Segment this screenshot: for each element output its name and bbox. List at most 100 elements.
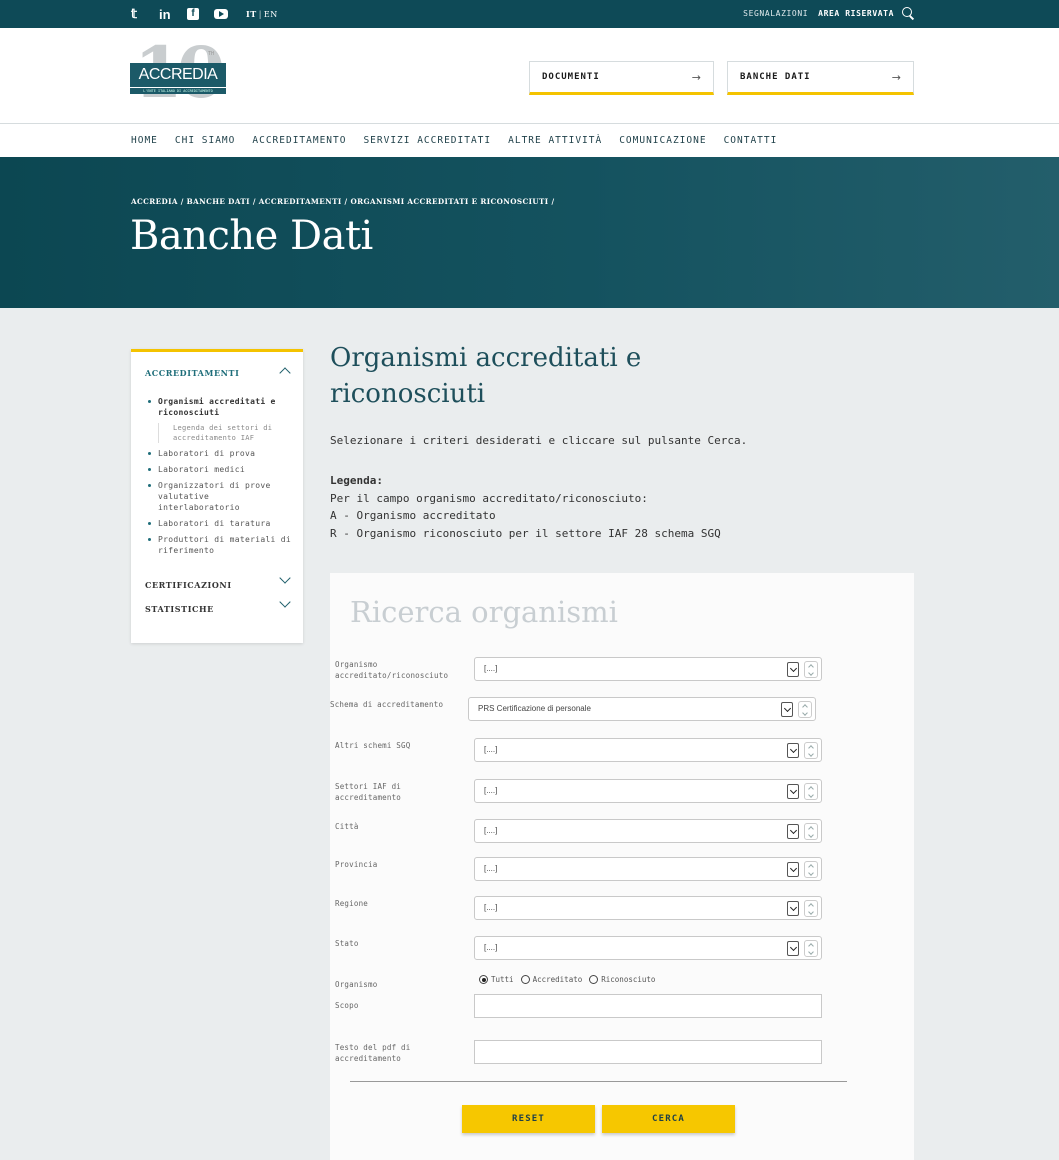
organismo-radio-group: Tutti Accreditato Riconosciuto [479, 975, 662, 984]
nav-comunicazione[interactable]: COMUNICAZIONE [619, 135, 706, 146]
scopo-input[interactable] [474, 994, 822, 1018]
sidebar-section-accreditamenti[interactable]: ACCREDITAMENTI [145, 368, 239, 378]
regione-select[interactable]: [....] [474, 896, 822, 920]
lang-it[interactable]: IT [246, 9, 257, 19]
field-label: Città [335, 822, 359, 831]
top-bar: 𝕥 in f IT | EN SEGNALAZIONI AREA RISERVATA [0, 0, 1059, 28]
provincia-select[interactable]: [....] [474, 857, 822, 881]
spinner-icon[interactable] [798, 701, 812, 718]
field-label: Organismo [335, 980, 378, 989]
logo-subtitle: L'ENTE ITALIANO DI ACCREDITAMENTO [130, 87, 226, 94]
legend-line: Per il campo organismo accreditato/ricon… [330, 491, 648, 505]
legend-line: A - Organismo accreditato [330, 509, 496, 522]
sidebar-item-laboratori-prova[interactable]: Laboratori di prova [145, 448, 295, 459]
radio-tutti[interactable] [479, 975, 488, 984]
logo-th: TH [208, 51, 215, 57]
select-value: [....] [484, 745, 498, 754]
select-value: PRS Certificazione di personale [478, 704, 591, 713]
citta-select[interactable]: [....] [474, 819, 822, 843]
chevron-down-icon[interactable] [279, 596, 291, 608]
area-riservata-link[interactable]: AREA RISERVATA [818, 9, 894, 18]
spinner-icon[interactable] [804, 661, 818, 678]
organismo-select[interactable]: [....] [474, 657, 822, 681]
chevron-down-icon[interactable] [279, 572, 291, 584]
youtube-icon[interactable] [214, 9, 228, 19]
search-icon[interactable] [902, 7, 914, 19]
dropdown-arrow-icon[interactable] [787, 901, 799, 916]
pdf-text-input[interactable] [474, 1040, 822, 1064]
select-value: [....] [484, 864, 498, 873]
breadcrumb[interactable]: ACCREDIA / BANCHE DATI / ACCREDITAMENTI … [131, 197, 555, 206]
radio-label: Riconosciuto [601, 975, 656, 984]
accredia-logo[interactable]: 10 TH ACCREDIA L'ENTE ITALIANO DI ACCRED… [130, 33, 230, 117]
field-label: Organismo accreditato/riconosciuto [335, 660, 449, 680]
lang-separator: | [258, 10, 262, 19]
nav-contatti[interactable]: CONTATTI [724, 135, 778, 146]
dropdown-arrow-icon[interactable] [787, 662, 799, 677]
site-header: 10 TH ACCREDIA L'ENTE ITALIANO DI ACCRED… [0, 28, 1059, 124]
twitter-icon[interactable]: 𝕥 [131, 6, 145, 22]
radio-riconosciuto[interactable] [589, 975, 599, 984]
documenti-button[interactable]: DOCUMENTI → [529, 61, 714, 95]
sidebar-item-organizzatori[interactable]: Organizzatori di prove valutative interl… [145, 480, 295, 513]
lang-en[interactable]: EN [264, 10, 278, 19]
documenti-label: DOCUMENTI [542, 72, 600, 82]
spinner-icon[interactable] [804, 783, 818, 800]
select-value: [....] [484, 664, 498, 673]
social-links: 𝕥 in f IT | EN [131, 6, 278, 22]
sidebar-item-laboratori-medici[interactable]: Laboratori medici [145, 464, 295, 475]
facebook-icon[interactable]: f [187, 8, 199, 20]
spinner-icon[interactable] [804, 861, 818, 878]
nav-home[interactable]: HOME [131, 135, 158, 146]
nav-accreditamento[interactable]: ACCREDITAMENTO [252, 135, 346, 146]
stato-select[interactable]: [....] [474, 936, 822, 960]
nav-chi-siamo[interactable]: CHI SIAMO [175, 135, 235, 146]
dropdown-arrow-icon[interactable] [787, 941, 799, 956]
schema-select[interactable]: PRS Certificazione di personale [468, 697, 816, 721]
radio-label: Tutti [491, 975, 514, 984]
form-heading: Ricerca organismi [350, 595, 618, 629]
banche-dati-button[interactable]: BANCHE DATI → [727, 61, 914, 95]
field-label: Testo del pdf di accreditamento [335, 1043, 411, 1063]
sidebar-item-legenda-iaf[interactable]: Legenda dei settori di accreditamento IA… [158, 423, 295, 443]
sidebar-section-certificazioni[interactable]: CERTIFICAZIONI [145, 580, 232, 590]
sidebar-item-produttori[interactable]: Produttori di materiali di riferimento [145, 534, 295, 556]
spinner-icon[interactable] [804, 823, 818, 840]
altri-schemi-select[interactable]: [....] [474, 738, 822, 762]
sidebar: ACCREDITAMENTI Organismi accreditati e r… [131, 349, 303, 643]
nav-altre-attivita[interactable]: ALTRE ATTIVITÀ [508, 135, 602, 146]
dropdown-arrow-icon[interactable] [787, 784, 799, 799]
sidebar-list: Organismi accreditati e riconosciuti Leg… [145, 396, 295, 561]
language-switcher: IT | EN [246, 9, 278, 19]
field-label: Regione [335, 899, 369, 908]
sidebar-item-organismi[interactable]: Organismi accreditati e riconosciuti [145, 396, 295, 418]
hero-banner: ACCREDIA / BANCHE DATI / ACCREDITAMENTI … [0, 157, 1059, 308]
reset-button[interactable]: RESET [462, 1105, 595, 1133]
search-form-card: Ricerca organismi Organismo accreditato/… [330, 573, 914, 1160]
dropdown-arrow-icon[interactable] [781, 702, 793, 717]
field-label: Settori IAF di accreditamento [335, 782, 402, 802]
field-label: Scopo [335, 1001, 359, 1010]
chevron-up-icon[interactable] [279, 367, 291, 379]
legend-heading: Legenda: [330, 474, 383, 487]
settori-iaf-select[interactable]: [....] [474, 779, 822, 803]
nav-servizi-accreditati[interactable]: SERVIZI ACCREDITATI [363, 135, 491, 146]
spinner-icon[interactable] [804, 742, 818, 759]
select-value: [....] [484, 903, 498, 912]
radio-accreditato[interactable] [520, 975, 530, 984]
sidebar-item-laboratori-taratura[interactable]: Laboratori di taratura [145, 518, 295, 529]
spinner-icon[interactable] [804, 940, 818, 957]
sidebar-section-statistiche[interactable]: STATISTICHE [145, 604, 214, 614]
select-value: [....] [484, 943, 498, 952]
dropdown-arrow-icon[interactable] [787, 862, 799, 877]
segnalazioni-link[interactable]: SEGNALAZIONI [743, 9, 808, 18]
dropdown-arrow-icon[interactable] [787, 743, 799, 758]
dropdown-arrow-icon[interactable] [787, 824, 799, 839]
field-label: Schema di accreditamento [330, 700, 444, 709]
linkedin-icon[interactable]: in [159, 7, 175, 22]
cerca-button[interactable]: CERCA [602, 1105, 735, 1133]
intro-text: Selezionare i criteri desiderati e clicc… [330, 434, 748, 447]
logo-text: ACCREDIA [130, 63, 226, 87]
spinner-icon[interactable] [804, 900, 818, 917]
arrow-right-icon: → [891, 70, 901, 84]
